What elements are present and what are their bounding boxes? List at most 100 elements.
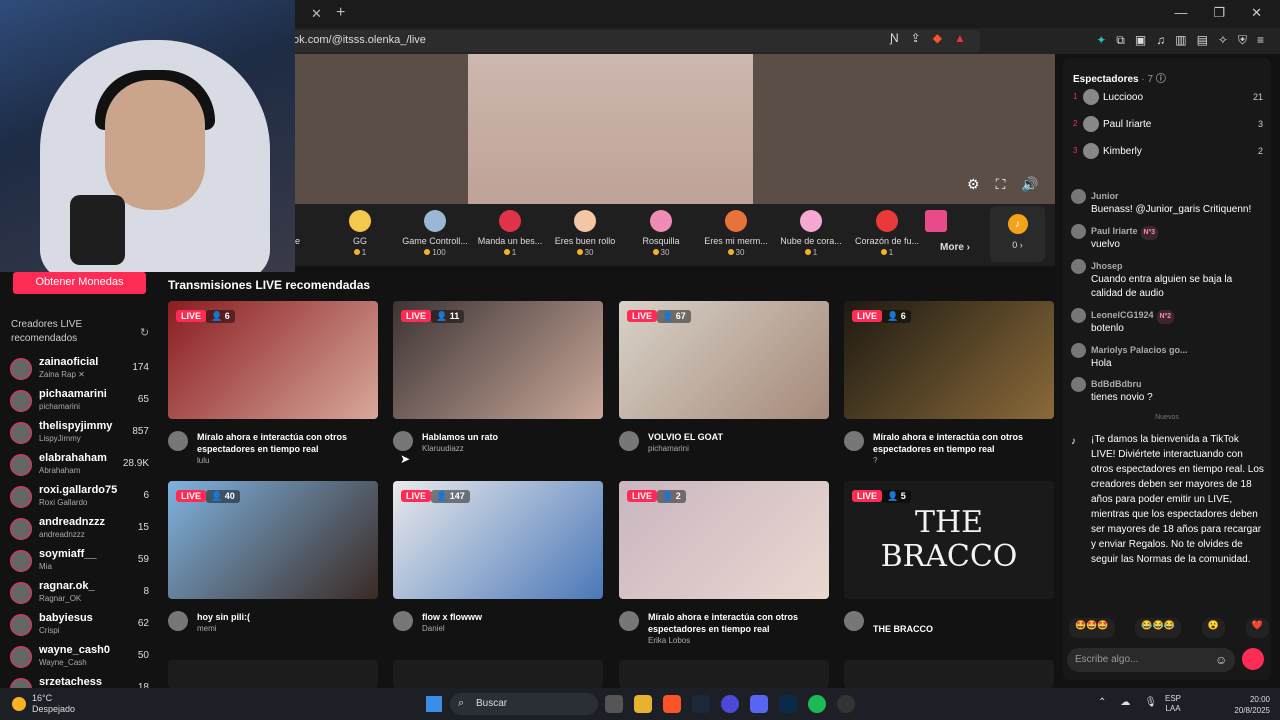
gift-item[interactable]: Nube de cora... 1 (773, 210, 849, 257)
live-card[interactable]: LIVE 👤 2 Míralo ahora e interactúa con o… (619, 481, 829, 651)
windows-start-icon[interactable] (426, 696, 442, 712)
live-card[interactable]: LIVE 👤 6 Míralo ahora e interactúa con o… (844, 301, 1054, 471)
coin-balance[interactable]: ♪ 0 › (990, 206, 1045, 262)
vpn-icon[interactable]: ⛨ (1238, 33, 1247, 48)
creator-item[interactable]: soymiaff__ Mia 59 (10, 546, 155, 576)
creator-item[interactable]: elabrahaham Abrahaham 28.9K (10, 450, 155, 480)
vpn-app-icon[interactable] (721, 695, 739, 713)
gift-name: Eres mi merm... (704, 236, 768, 246)
creators-title: Creadores LIVE recomendados (11, 319, 83, 344)
creator-item[interactable]: pichaamarini pichamarini 65 (10, 386, 155, 416)
discord-icon[interactable] (750, 695, 768, 713)
live-badge: LIVE (627, 310, 658, 322)
creator-item[interactable]: wayne_cash0 Wayne_Cash 50 (10, 642, 155, 672)
extensions-icon[interactable]: ⧉ (1116, 33, 1125, 48)
quick-reaction[interactable]: ❤️ (1245, 618, 1269, 638)
gift-item[interactable]: Corazón de fu... 1 (849, 210, 925, 257)
new-tab-button[interactable]: + (336, 4, 345, 22)
live-card[interactable]: LIVE 👤 147 flow x flowww Daniel (393, 481, 603, 651)
tab-close-button[interactable]: ✕ (311, 6, 322, 22)
more-gifts-button[interactable]: More › (940, 242, 970, 253)
task-view-icon[interactable] (605, 695, 623, 713)
get-coins-button[interactable]: Obtener Monedas (13, 272, 146, 294)
avatar (1083, 89, 1099, 105)
quick-reaction[interactable]: 🤩🤩🤩 (1069, 618, 1115, 638)
menu-icon[interactable]: ≡ (1257, 33, 1264, 48)
creator-subtitle: Zaina Rap ✕ (39, 370, 85, 379)
creator-item[interactable]: ragnar.ok_ Ragnar_OK 8 (10, 578, 155, 608)
creator-item[interactable]: zainaoficial Zaina Rap ✕ 174 (10, 354, 155, 384)
creator-item[interactable]: roxi.gallardo75 Roxi Gallardo 6 (10, 482, 155, 512)
gift-name: GG (352, 236, 367, 246)
shield-icon[interactable]: ◆ (933, 31, 942, 45)
creator-subtitle: Crispi (39, 626, 60, 635)
live-card[interactable]: THE BRACCO LIVE 👤 5 THE BRACCO (844, 481, 1054, 651)
gift-item[interactable]: Rosquilla 30 (623, 210, 699, 257)
obs-icon[interactable] (837, 695, 855, 713)
live-card[interactable]: LIVE 👤 40 hoy sin pili:( memi (168, 481, 378, 651)
photoshop-icon[interactable] (779, 695, 797, 713)
brave-icon[interactable] (663, 695, 681, 713)
top-viewer[interactable]: 2 Paul Iriarte 3 (1073, 115, 1263, 135)
live-stream-player[interactable]: ⚙ ⛶ 🔊 (295, 54, 1055, 204)
viewer-count: 65 (137, 394, 149, 405)
gift-price: 30 (735, 248, 745, 257)
clock[interactable]: 20:00 20/8/2025 (1228, 694, 1270, 716)
settings-icon[interactable]: ⚙ (967, 176, 980, 193)
gift-item[interactable]: Manda un bes... 1 (472, 210, 548, 257)
tiktok-icon: ♪ (1071, 436, 1076, 447)
left-sidebar: Obtener Monedas Creadores LIVE recomenda… (0, 272, 160, 688)
gift-button[interactable] (1242, 648, 1264, 670)
chat-input[interactable]: Escribe algo... (1067, 648, 1235, 672)
volume-icon[interactable]: 🔊 (1021, 176, 1038, 193)
creator-item[interactable]: andreadnzzz andreadnzzz 15 (10, 514, 155, 544)
rewards-icon[interactable]: ▲ (954, 31, 966, 45)
language-indicator[interactable]: ESP LAA (1165, 694, 1181, 714)
gift-item[interactable] (916, 210, 956, 236)
creator-item[interactable]: babyiesus Crispi 62 (10, 610, 155, 640)
fullscreen-icon[interactable]: ⛶ (996, 176, 1006, 193)
creator-item[interactable]: thelispyjimmy LispyJimmy 857 (10, 418, 155, 448)
minimize-button[interactable]: — (1174, 5, 1187, 21)
section-title: Transmisiones LIVE recomendadas (168, 278, 371, 292)
ai-icon[interactable]: ✧ (1218, 33, 1228, 48)
top-viewer[interactable]: 1 Lucciooo 21 (1073, 88, 1263, 108)
music-icon[interactable]: ♫ (1156, 33, 1165, 48)
live-card[interactable]: LIVE 👤 67 VOLVIO EL GOAT pichamarini (619, 301, 829, 471)
gift-item[interactable]: GG 1 (322, 210, 398, 257)
gift-item[interactable]: Eres mi merm... 30 (698, 210, 774, 257)
translate-icon[interactable]: ✦ (1096, 33, 1106, 48)
share-icon[interactable]: ⇪ (911, 31, 921, 45)
live-card[interactable]: LIVE 👤 6 Míralo ahora e interactúa con o… (168, 301, 378, 471)
file-explorer-icon[interactable] (634, 695, 652, 713)
url-field[interactable]: tok.com/@itsss.olenka_/live (280, 30, 980, 52)
gift-item[interactable]: Game Controll... 100 (397, 210, 473, 257)
avatar (1071, 377, 1086, 392)
quick-reaction[interactable]: 😂😂😂 (1135, 618, 1182, 638)
wallet-icon[interactable]: ▤ (1197, 33, 1208, 48)
maximize-button[interactable]: ❐ (1213, 5, 1225, 21)
taskbar-search[interactable]: ⌕ Buscar (450, 693, 598, 715)
refresh-icon[interactable]: ↻ (140, 326, 149, 339)
creator-item[interactable]: srzetachess 18 (10, 674, 155, 688)
screenshot-icon[interactable]: ▣ (1135, 33, 1146, 48)
steam-icon[interactable] (692, 695, 710, 713)
spotify-icon[interactable] (808, 695, 826, 713)
live-card[interactable]: LIVE 👤 11 Hablamos un rato Klaruudiazz (393, 301, 603, 471)
microphone-icon[interactable]: 🎙 (1144, 697, 1157, 708)
quick-reaction[interactable]: 😮 (1201, 618, 1225, 638)
gift-item[interactable]: Eres buen rollo 30 (547, 210, 623, 257)
top-viewer[interactable]: 3 Kimberly 2 (1073, 142, 1263, 162)
emoji-icon[interactable]: ☺ (1215, 653, 1227, 667)
close-window-button[interactable]: ✕ (1251, 5, 1262, 21)
viewer-count: 👤 40 (206, 490, 240, 503)
live-badge: LIVE (852, 490, 883, 502)
sidebar-icon[interactable]: ▥ (1175, 33, 1186, 48)
onedrive-icon[interactable]: ☁ (1120, 697, 1130, 708)
reader-icon[interactable]: Ɲ (890, 31, 899, 45)
viewer-count: 👤 11 (431, 310, 465, 323)
chevron-up-icon[interactable]: ⌃ (1098, 697, 1106, 708)
address-actions: Ɲ ⇪ ◆ ▲ (890, 31, 966, 45)
creator-name: wayne_cash0 (39, 644, 110, 656)
system-tray: ⌃ ☁ 🎙 (1098, 697, 1157, 708)
